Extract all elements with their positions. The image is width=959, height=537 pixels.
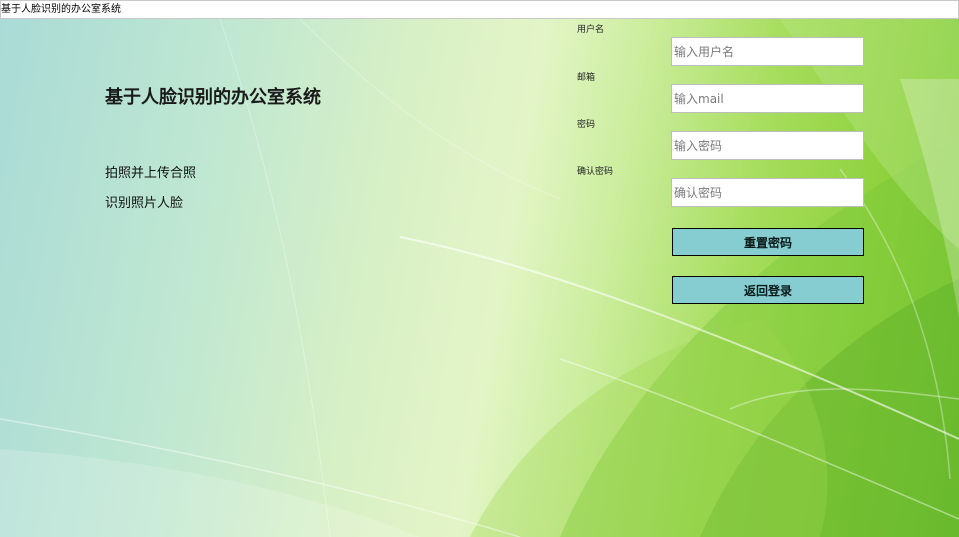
upload-group-photo-link[interactable]: 拍照并上传合照 — [105, 162, 196, 181]
email-label: 邮箱 — [577, 73, 596, 83]
password-label: 密码 — [577, 120, 596, 130]
username-label: 用户名 — [577, 25, 605, 35]
email-input[interactable] — [671, 84, 864, 113]
recognize-faces-link[interactable]: 识别照片人脸 — [105, 192, 183, 211]
back-to-login-button[interactable]: 返回登录 — [672, 276, 864, 304]
confirm-password-input[interactable] — [671, 178, 864, 207]
password-input[interactable] — [671, 131, 864, 160]
username-input[interactable] — [671, 37, 864, 66]
page-title: 基于人脸识别的办公室系统 — [105, 87, 321, 108]
window-title-bar: 基于人脸识别的办公室系统 — [0, 0, 959, 19]
confirm-password-label: 确认密码 — [577, 167, 614, 177]
reset-password-button[interactable]: 重置密码 — [672, 228, 864, 256]
